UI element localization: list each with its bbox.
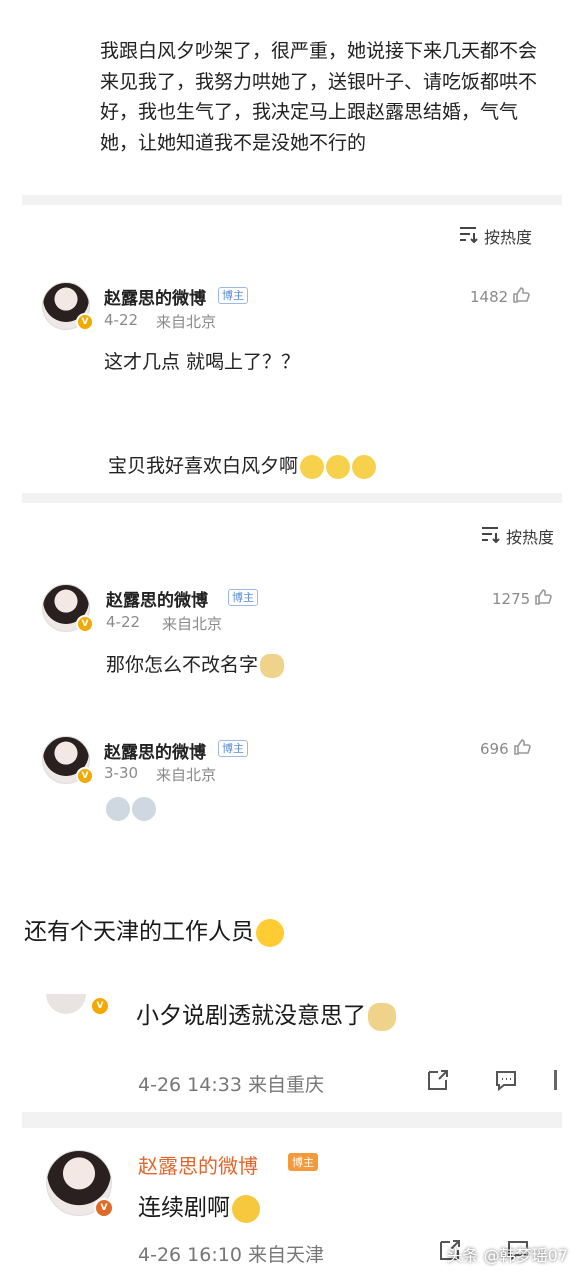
verified-icon: V (76, 615, 94, 633)
crying-emoji-icon (106, 797, 130, 821)
reply-meta: 4-26 14:33 来自重庆 (138, 1074, 324, 1096)
blogger-badge: 博主 (218, 740, 248, 757)
like-button[interactable]: 696 (480, 738, 531, 760)
doge-emoji-icon (368, 1002, 396, 1031)
grin-emoji-icon (300, 454, 325, 479)
blogger-badge: 博主 (218, 287, 248, 304)
share-icon[interactable] (426, 1068, 450, 1092)
comment-date: 4-22 (104, 311, 139, 329)
caption: 还有个天津的工作人员 (24, 912, 284, 947)
thumbs-up-icon (512, 286, 530, 308)
laugh-cry-emoji-icon (256, 918, 284, 947)
like-count: 696 (480, 740, 509, 758)
username[interactable]: 赵露思的微博 (104, 738, 206, 763)
post-text: 我跟白风夕吵架了，很严重，她说接下来几天都不会来见我了，我努力哄她了，送银叶子、… (100, 40, 538, 154)
divider (22, 493, 562, 503)
grin-emoji-icon (326, 454, 351, 479)
comment-text-content: 宝贝我好喜欢白风夕啊 (108, 455, 299, 477)
comment-location: 来自北京 (162, 615, 223, 633)
comment-text: 宝贝我好喜欢白风夕啊 (108, 451, 377, 479)
sort-by-hot-button[interactable]: 按热度 (480, 524, 554, 548)
comment-location: 来自北京 (156, 766, 217, 784)
username[interactable]: 赵露思的微博 (104, 284, 206, 309)
thumbs-up-icon (534, 588, 552, 610)
sort-icon (480, 525, 502, 547)
avatar[interactable] (46, 994, 86, 1014)
sort-icon (458, 225, 480, 247)
reply-meta: 4-26 16:10 来自天津 (138, 1244, 324, 1266)
verified-icon: V (90, 996, 110, 1016)
like-button[interactable]: 1275 (492, 588, 552, 610)
verified-icon: V (94, 1198, 114, 1218)
watermark: 头条 @韩梦瑶07 (446, 1246, 568, 1265)
reply-text: 小夕说剧透就没意思了 (136, 996, 396, 1031)
caption-text: 还有个天津的工作人员 (24, 919, 254, 945)
comment-text-content: 那你怎么不改名字 (106, 654, 259, 676)
crying-emoji-icon (132, 797, 156, 821)
like-count: 1482 (470, 288, 509, 306)
comment-text: 这才几点 就喝上了？？ (104, 351, 301, 373)
blogger-badge: 博主 (288, 1153, 318, 1171)
more-icon[interactable] (554, 1070, 557, 1090)
comment-location: 来自北京 (156, 313, 217, 331)
grin-emoji-icon (352, 454, 377, 479)
verified-icon: V (76, 313, 94, 331)
reply-text: 连续剧啊 (138, 1188, 260, 1223)
thumbs-up-icon (513, 738, 531, 760)
like-button[interactable]: 1482 (470, 286, 530, 308)
reply-text-content: 连续剧啊 (138, 1195, 230, 1221)
username[interactable]: 赵露思的微博 (138, 1150, 258, 1179)
divider (22, 195, 562, 205)
comment-text: 那你怎么不改名字 (106, 650, 285, 678)
sort-label: 按热度 (506, 528, 555, 547)
reply-text-content: 小夕说剧透就没意思了 (136, 1003, 366, 1029)
doge-emoji-icon (260, 653, 285, 678)
comment-icon[interactable] (494, 1068, 518, 1092)
like-count: 1275 (492, 590, 531, 608)
comment-date: 4-22 (106, 613, 141, 631)
divider (22, 1112, 562, 1128)
thinking-emoji-icon (232, 1194, 260, 1223)
comment-emojis (104, 797, 156, 821)
username[interactable]: 赵露思的微博 (106, 586, 208, 611)
comment-date: 3-30 (104, 764, 139, 782)
sort-label: 按热度 (484, 228, 533, 247)
blogger-badge: 博主 (228, 589, 258, 606)
verified-icon: V (76, 767, 94, 785)
sort-by-hot-button[interactable]: 按热度 (458, 224, 532, 248)
